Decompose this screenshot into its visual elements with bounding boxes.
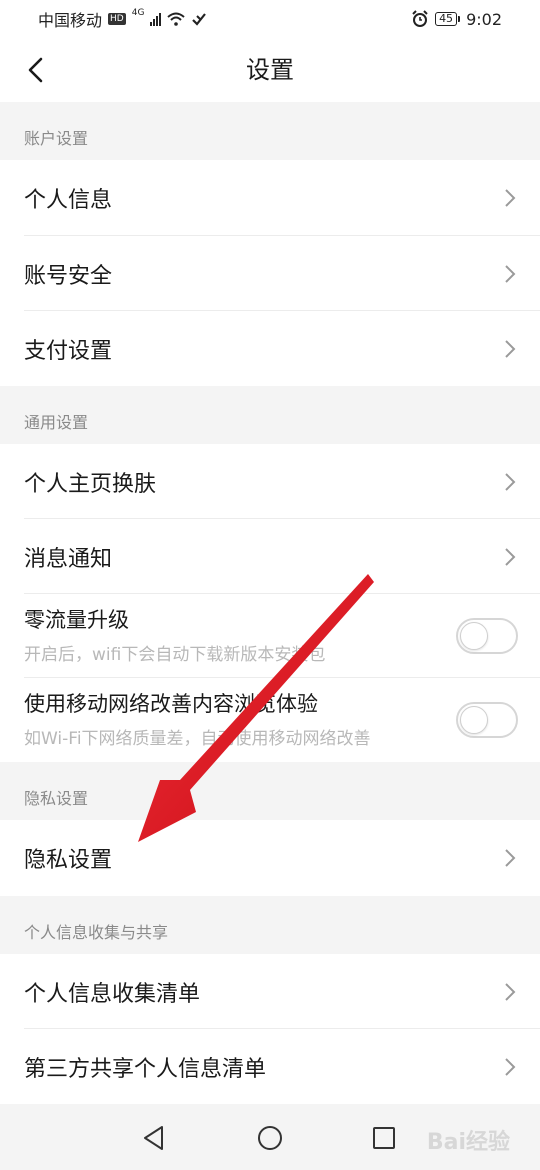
status-bar: 中国移动 HD 4G 45 9:02 [0, 0, 540, 38]
nav-bar: 设置 [0, 38, 540, 102]
chevron-right-icon [505, 472, 516, 491]
chevron-right-icon [505, 547, 516, 566]
status-right: 45 9:02 [411, 10, 502, 29]
wifi-icon [167, 12, 186, 26]
row-personal-info[interactable]: 个人信息 [0, 160, 540, 236]
battery-level: 45 [435, 12, 458, 26]
row-description: 开启后，wifi下会自动下载新版本安装包 [24, 645, 326, 665]
recents-square-icon [373, 1127, 395, 1149]
battery-icon: 45 [435, 12, 461, 26]
row-account-security[interactable]: 账号安全 [0, 236, 540, 311]
row-label: 支付设置 [24, 338, 113, 364]
row-third-party-sharing-list[interactable]: 第三方共享个人信息清单 [0, 1029, 540, 1104]
section-header-info-collection: 个人信息收集与共享 [24, 923, 169, 942]
toggle-knob [460, 622, 488, 650]
watermark: Bai经验 [426, 1130, 510, 1155]
back-arrow-icon [28, 57, 43, 83]
nav-home-button[interactable] [250, 1118, 290, 1158]
row-notifications[interactable]: 消息通知 [0, 519, 540, 594]
row-label: 零流量升级 [24, 608, 129, 632]
row-label: 个人信息收集清单 [24, 981, 201, 1007]
chevron-right-icon [505, 339, 516, 358]
nfc-icon [192, 13, 207, 26]
page-title: 设置 [246, 56, 294, 84]
alarm-icon [412, 10, 428, 27]
mobile-network-toggle[interactable] [456, 702, 518, 738]
row-label: 消息通知 [24, 546, 113, 572]
row-label: 账号安全 [24, 263, 113, 289]
row-label: 个人主页换肤 [24, 471, 157, 497]
clock: 9:02 [466, 9, 502, 29]
status-left: 中国移动 HD 4G [38, 7, 207, 31]
toggle-knob [460, 706, 488, 734]
row-info-collection-list[interactable]: 个人信息收集清单 [0, 954, 540, 1029]
zero-traffic-toggle[interactable] [456, 618, 518, 654]
carrier-name: 中国移动 [38, 11, 103, 30]
row-mobile-network-improve: 使用移动网络改善内容浏览体验 如Wi-Fi下网络质量差，自动使用移动网络改善 [0, 678, 540, 762]
row-payment-settings[interactable]: 支付设置 [0, 311, 540, 386]
chevron-right-icon [505, 264, 516, 283]
network-type: 4G [131, 8, 145, 18]
back-triangle-icon [144, 1126, 163, 1150]
chevron-right-icon [505, 189, 516, 207]
chevron-right-icon [505, 849, 516, 867]
row-label: 第三方共享个人信息清单 [24, 1056, 267, 1082]
row-label: 使用移动网络改善内容浏览体验 [24, 692, 318, 716]
row-privacy-settings[interactable]: 隐私设置 [0, 820, 540, 896]
nav-recents-button[interactable] [364, 1118, 404, 1158]
home-circle-icon [258, 1126, 282, 1150]
chevron-right-icon [505, 982, 516, 1001]
nav-back-button[interactable] [134, 1118, 174, 1158]
chevron-right-icon [505, 1057, 516, 1076]
section-header-account: 账户设置 [24, 129, 89, 148]
row-homepage-skin[interactable]: 个人主页换肤 [0, 444, 540, 519]
row-label: 隐私设置 [24, 848, 113, 873]
row-zero-traffic-upgrade: 零流量升级 开启后，wifi下会自动下载新版本安装包 [0, 594, 540, 678]
system-nav-bar: Bai经验 [0, 1106, 540, 1170]
back-button[interactable] [16, 50, 56, 90]
section-header-general: 通用设置 [24, 413, 89, 432]
row-label: 个人信息 [24, 188, 113, 213]
section-header-privacy: 隐私设置 [24, 789, 89, 808]
signal-icon [150, 12, 162, 26]
hd-badge: HD [108, 13, 126, 25]
row-description: 如Wi-Fi下网络质量差，自动使用移动网络改善 [24, 729, 371, 749]
